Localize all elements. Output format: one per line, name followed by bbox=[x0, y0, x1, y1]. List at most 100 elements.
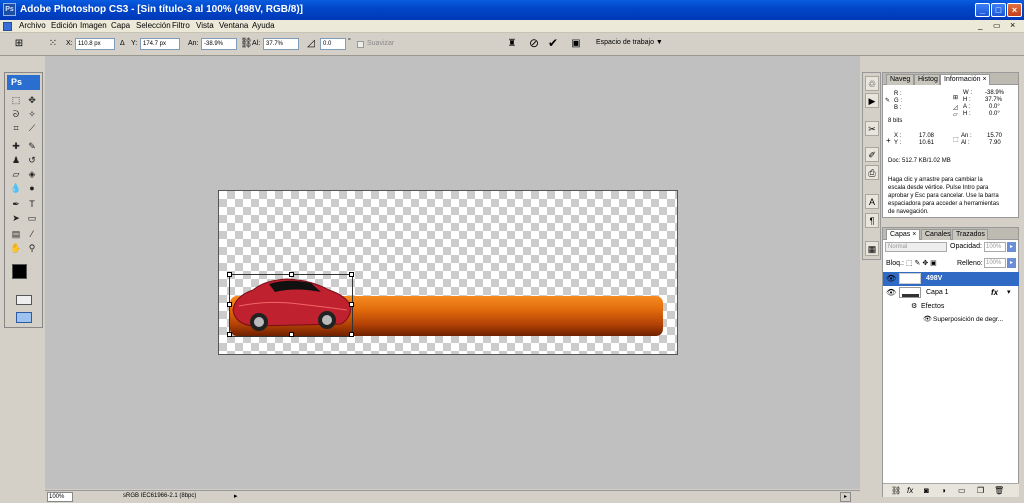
link-icon[interactable]: ⛓ bbox=[240, 38, 253, 50]
visibility-eye-icon[interactable]: 👁 bbox=[886, 274, 896, 283]
layer-row-498v[interactable]: 👁 498V bbox=[883, 272, 1019, 286]
actions-icon[interactable]: ▶ bbox=[865, 93, 879, 108]
add-mask-icon[interactable]: ◙ bbox=[924, 486, 929, 495]
tab-layers[interactable]: Capas × bbox=[886, 229, 920, 240]
layer-row-capa1[interactable]: 👁 Capa 1 fx ▾ bbox=[883, 286, 1019, 300]
foreground-color-swatch[interactable] bbox=[12, 264, 27, 279]
warp-icon[interactable]: ♜ bbox=[506, 38, 518, 50]
tool-presets-icon[interactable]: ✂ bbox=[865, 121, 879, 136]
new-group-icon[interactable]: ▭ bbox=[958, 486, 966, 495]
clone-source-icon[interactable]: ⎙ bbox=[865, 165, 879, 180]
tab-info-close-icon[interactable]: × bbox=[983, 76, 987, 83]
tab-channels[interactable]: Canales bbox=[921, 229, 951, 240]
height-field[interactable]: 37.7% bbox=[263, 38, 299, 50]
doc-restore-button[interactable]: ▭ bbox=[993, 21, 1001, 30]
menu-filtro[interactable]: Filtro bbox=[172, 21, 190, 30]
link-layers-icon[interactable]: ⛓ bbox=[891, 486, 901, 495]
healing-brush-icon[interactable]: ✚ bbox=[9, 140, 23, 153]
menu-capa[interactable]: Capa bbox=[111, 21, 130, 30]
zoom-field[interactable]: 100% bbox=[47, 492, 73, 502]
transform-handle-tl[interactable] bbox=[227, 272, 232, 277]
expand-arrow-icon[interactable]: ▾ bbox=[1007, 288, 1011, 296]
move-tool-icon[interactable]: ✥ bbox=[25, 94, 39, 107]
reference-point-icon[interactable]: ⁙ bbox=[46, 38, 60, 50]
menu-archivo[interactable]: Archivo bbox=[19, 21, 46, 30]
clone-stamp-icon[interactable]: ♟ bbox=[9, 154, 23, 167]
path-selection-icon[interactable]: ➤ bbox=[9, 212, 23, 225]
menu-imagen[interactable]: Imagen bbox=[80, 21, 107, 30]
menu-edicion[interactable]: Edición bbox=[51, 21, 77, 30]
status-menu-arrow-icon[interactable]: ▸ bbox=[234, 492, 238, 500]
bridge-icon[interactable]: ▣ bbox=[569, 38, 583, 50]
transform-tool-icon[interactable]: ⊞ bbox=[12, 38, 26, 50]
paragraph-icon[interactable]: ¶ bbox=[865, 213, 879, 228]
zoom-tool-icon[interactable]: ⚲ bbox=[25, 242, 39, 255]
effects-row[interactable]: ⚙ Efectos bbox=[883, 300, 1019, 314]
cancel-transform-icon[interactable]: ⊘ bbox=[528, 37, 540, 49]
navigator-icon[interactable]: ♲ bbox=[865, 76, 879, 91]
tab-layers-close-icon[interactable]: × bbox=[912, 231, 916, 238]
transform-handle-tr[interactable] bbox=[349, 272, 354, 277]
transform-handle-bl[interactable] bbox=[227, 332, 232, 337]
crop-tool-icon[interactable]: ⌗ bbox=[9, 122, 23, 135]
add-style-icon[interactable]: fx bbox=[907, 486, 913, 495]
brush-tool-icon[interactable]: ✎ bbox=[25, 140, 39, 153]
menu-ventana[interactable]: Ventana bbox=[219, 21, 248, 30]
ps-doc-icon[interactable] bbox=[3, 22, 12, 31]
close-button[interactable]: × bbox=[1007, 3, 1022, 17]
effect-row[interactable]: 👁 Superposición de degr... bbox=[883, 313, 1019, 327]
fill-arrow-icon[interactable]: ▸ bbox=[1007, 258, 1016, 268]
quick-mask-icon[interactable] bbox=[16, 295, 32, 305]
shape-tool-icon[interactable]: ▭ bbox=[25, 212, 39, 225]
menu-vista[interactable]: Vista bbox=[196, 21, 214, 30]
blend-mode-select[interactable]: Normal bbox=[885, 242, 947, 252]
commit-transform-icon[interactable]: ✔ bbox=[547, 37, 559, 49]
notes-tool-icon[interactable]: ▤ bbox=[9, 228, 23, 241]
blur-tool-icon[interactable]: 💧 bbox=[9, 182, 23, 195]
fx-icon[interactable]: fx bbox=[991, 288, 998, 297]
tab-histogram[interactable]: Histog bbox=[914, 74, 940, 85]
tab-navigator[interactable]: Naveg bbox=[886, 74, 914, 85]
lock-icons[interactable]: ⬚ ✎ ✥ ▣ bbox=[906, 259, 937, 267]
paint-bucket-icon[interactable]: ◈ bbox=[25, 168, 39, 181]
workspace-menu[interactable]: Espacio de trabajo ▼ bbox=[596, 39, 663, 46]
transform-bounding-box[interactable] bbox=[227, 272, 354, 337]
menu-seleccion[interactable]: Selección bbox=[136, 21, 171, 30]
adjustment-layer-icon[interactable]: ◑ bbox=[941, 486, 946, 495]
angle-field[interactable]: 0.0 bbox=[320, 38, 346, 50]
scroll-right-icon[interactable]: ▸ bbox=[840, 492, 851, 502]
transform-handle-l[interactable] bbox=[227, 302, 232, 307]
menu-ayuda[interactable]: Ayuda bbox=[252, 21, 275, 30]
brushes-icon[interactable]: ✐ bbox=[865, 147, 879, 162]
fill-field[interactable]: 100% bbox=[984, 258, 1006, 268]
transform-handle-br[interactable] bbox=[349, 332, 354, 337]
new-layer-icon[interactable]: ❐ bbox=[977, 486, 984, 495]
eyedropper-icon[interactable]: ⁄ bbox=[25, 228, 39, 241]
doc-minimize-button[interactable]: _ bbox=[978, 21, 982, 30]
eraser-tool-icon[interactable]: ▱ bbox=[9, 168, 23, 181]
delete-layer-icon[interactable]: 🗑 bbox=[994, 486, 1004, 495]
delta-icon[interactable]: Δ bbox=[120, 40, 125, 47]
width-field[interactable]: -38.9% bbox=[201, 38, 237, 50]
layer-comps-icon[interactable]: ▦ bbox=[865, 241, 879, 256]
opacity-field[interactable]: 100% bbox=[984, 242, 1006, 252]
smooth-checkbox[interactable] bbox=[357, 41, 364, 48]
opacity-arrow-icon[interactable]: ▸ bbox=[1007, 242, 1016, 252]
y-field[interactable]: 174.7 px bbox=[140, 38, 180, 50]
marquee-tool-icon[interactable]: ⬚ bbox=[9, 94, 23, 107]
hand-tool-icon[interactable]: ✋ bbox=[9, 242, 23, 255]
x-field[interactable]: 110.8 px bbox=[75, 38, 115, 50]
maximize-button[interactable]: □ bbox=[991, 3, 1006, 17]
doc-close-button[interactable]: × bbox=[1010, 20, 1015, 30]
type-tool-icon[interactable]: T bbox=[25, 198, 39, 211]
transform-handle-b[interactable] bbox=[289, 332, 294, 337]
tab-info[interactable]: Información × bbox=[940, 74, 990, 85]
screen-mode-icon[interactable] bbox=[16, 312, 32, 323]
layer-name[interactable]: Capa 1 bbox=[926, 289, 949, 296]
layer-name[interactable]: 498V bbox=[926, 275, 942, 282]
transform-handle-t[interactable] bbox=[289, 272, 294, 277]
slice-tool-icon[interactable]: ⟋ bbox=[25, 122, 39, 135]
pen-tool-icon[interactable]: ✒ bbox=[9, 198, 23, 211]
lasso-tool-icon[interactable]: ᘐ bbox=[9, 108, 23, 121]
dodge-tool-icon[interactable]: ● bbox=[25, 182, 39, 195]
